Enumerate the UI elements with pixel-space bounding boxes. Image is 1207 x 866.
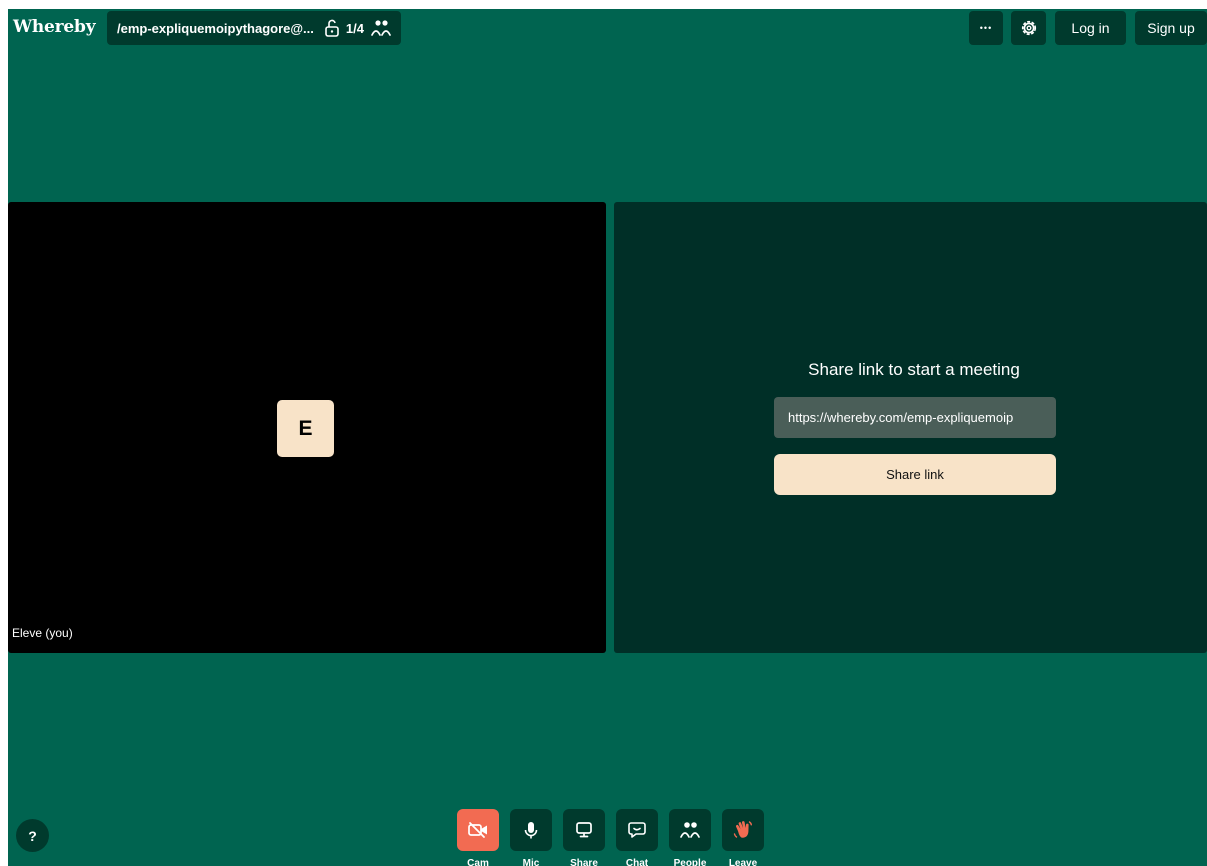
cam-button[interactable] <box>457 809 499 851</box>
room-name: /emp-expliquemoipythagore@... <box>117 20 314 36</box>
mic-label: Mic <box>522 858 540 866</box>
room-info-pill[interactable]: /emp-expliquemoipythagore@... 1/4 <box>107 11 401 45</box>
more-options-button[interactable]: ••• <box>969 11 1003 45</box>
screen-share-button[interactable] <box>563 809 605 851</box>
people-button[interactable] <box>669 809 711 851</box>
settings-button[interactable] <box>1011 11 1046 45</box>
share-label: Share <box>570 858 598 866</box>
self-video-tile: E Eleve (you) <box>8 202 606 653</box>
chat-icon <box>627 820 647 840</box>
share-panel-title: Share link to start a meeting <box>808 360 1020 379</box>
camera-off-icon <box>467 821 489 839</box>
chat-button[interactable] <box>616 809 658 851</box>
share-link-button[interactable]: Share link <box>774 454 1056 495</box>
mic-button[interactable] <box>510 809 552 851</box>
gear-icon <box>1020 19 1038 37</box>
signup-button[interactable]: Sign up <box>1135 11 1207 45</box>
avatar: E <box>277 400 334 457</box>
microphone-icon <box>522 820 540 840</box>
unlock-icon <box>324 19 340 37</box>
leave-button[interactable] <box>722 809 764 851</box>
cam-label: Cam <box>467 858 489 866</box>
leave-label: Leave <box>728 858 758 866</box>
more-icon: ••• <box>979 23 993 33</box>
screen-share-icon <box>574 820 594 840</box>
meeting-url-field[interactable]: https://whereby.com/emp-expliquemoip <box>774 397 1056 438</box>
wave-hand-icon <box>732 819 754 841</box>
share-link-panel: Share link to start a meeting https://wh… <box>614 202 1207 653</box>
whereby-logo[interactable]: Whereby <box>13 17 96 37</box>
self-name-label: Eleve (you) <box>12 626 73 640</box>
chat-label: Chat <box>625 858 649 866</box>
people-label: People <box>673 858 707 866</box>
people-icon <box>679 820 701 840</box>
participant-count: 1/4 <box>345 20 364 36</box>
help-button[interactable]: ? <box>16 819 49 852</box>
app-window: Whereby /emp-expliquemoipythagore@... 1/… <box>8 9 1207 866</box>
people-icon <box>370 19 392 37</box>
login-button[interactable]: Log in <box>1055 11 1126 45</box>
